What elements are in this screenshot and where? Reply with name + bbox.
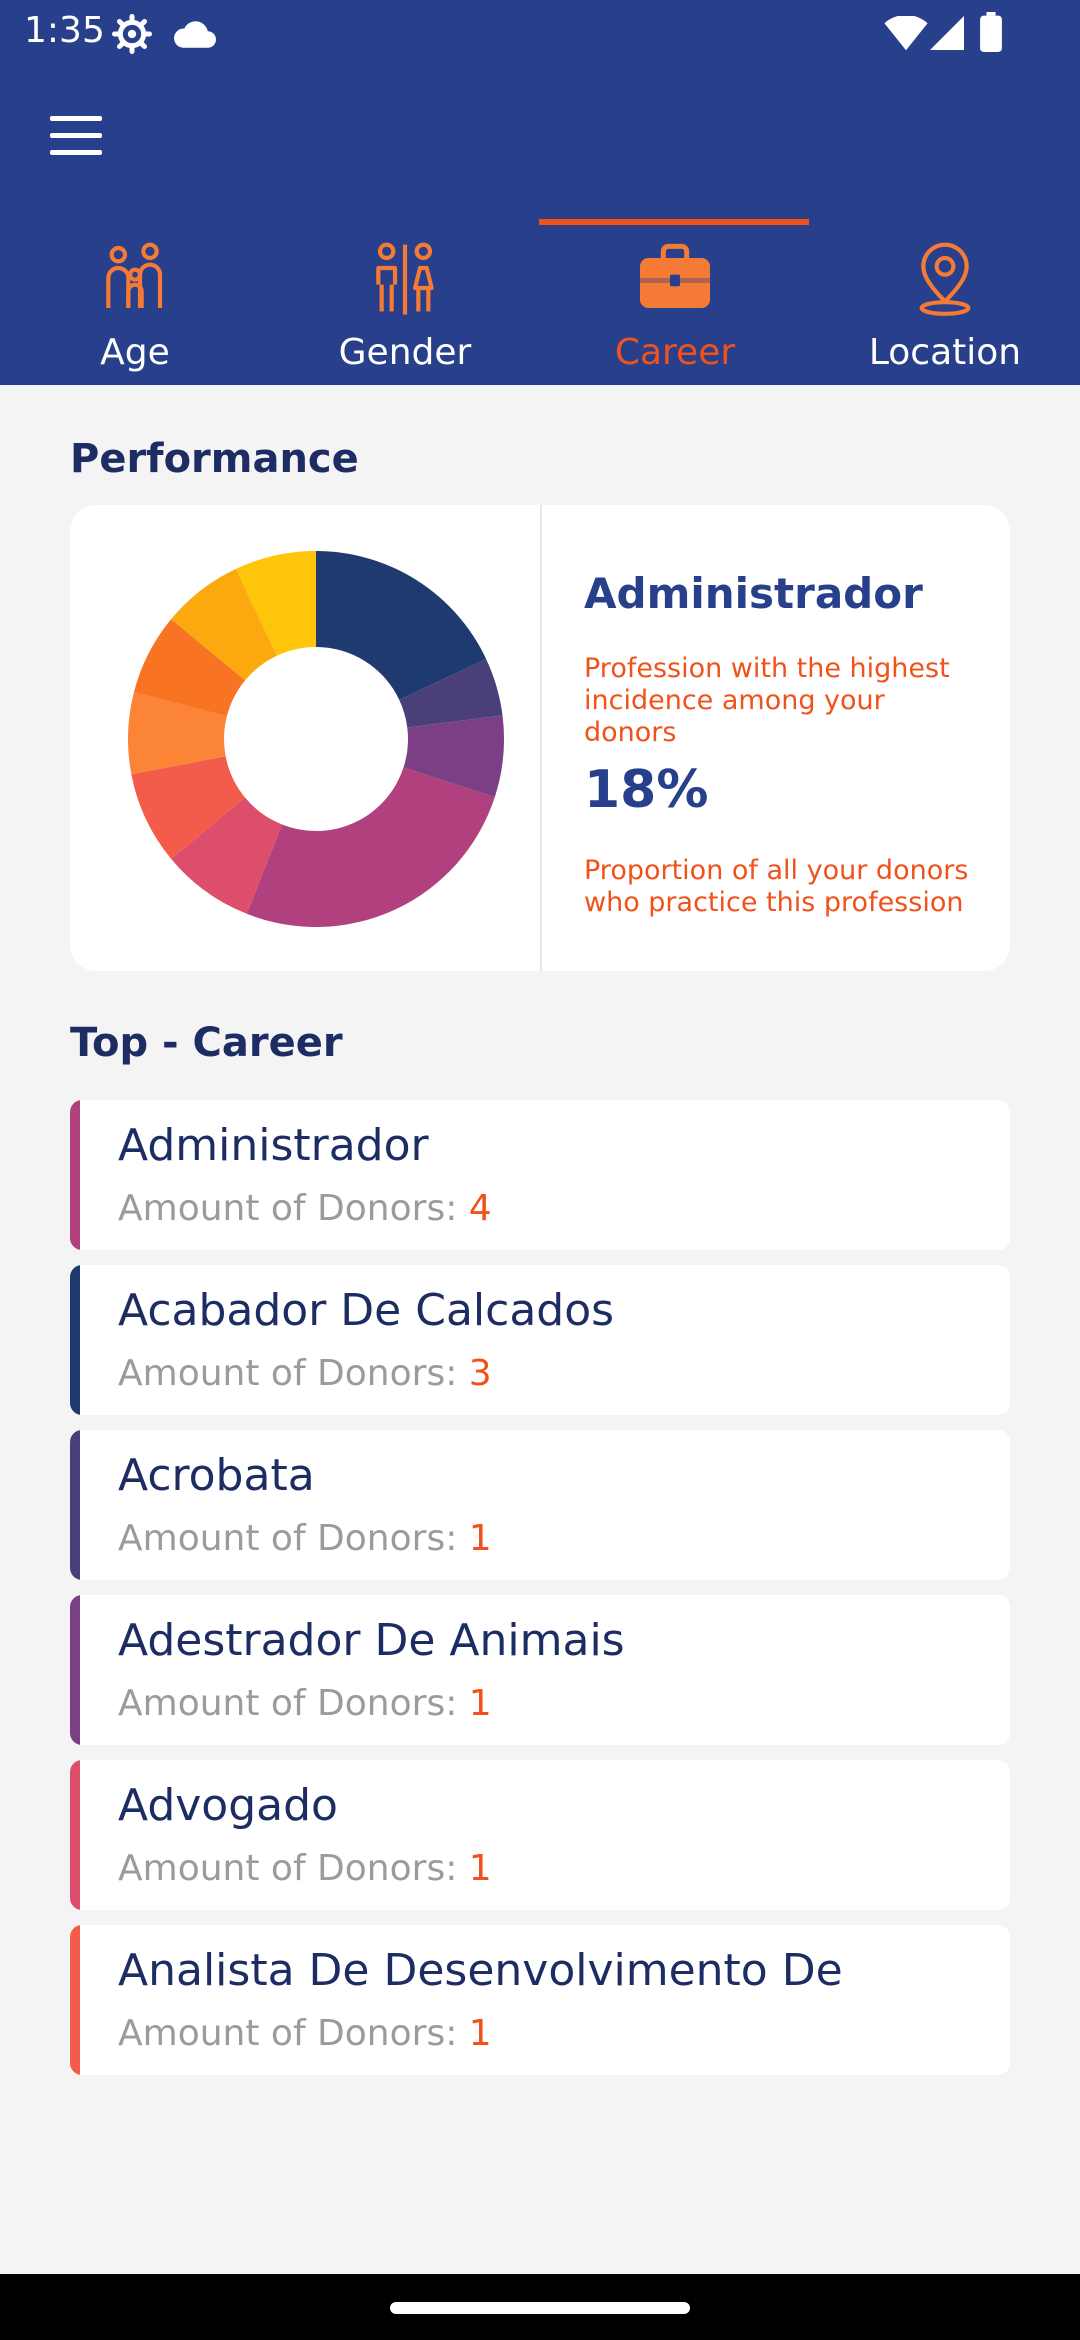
donut-slice-3 — [246, 767, 495, 927]
career-color-bar — [70, 1100, 80, 1250]
career-name: Adestrador De Animais — [118, 1615, 625, 1666]
career-name: Acrobata — [118, 1450, 315, 1501]
menu-icon-line — [50, 133, 102, 138]
career-list-item[interactable]: Adestrador De Animais Amount of Donors: 1 — [70, 1595, 1010, 1745]
settings-gear-icon — [112, 14, 152, 54]
career-amount: Amount of Donors: 4 — [118, 1188, 492, 1229]
career-color-bar — [70, 1760, 80, 1910]
career-list-item[interactable]: Acrobata Amount of Donors: 1 — [70, 1430, 1010, 1580]
tab-location-label: Location — [868, 332, 1022, 373]
amount-label: Amount of Donors: — [118, 1353, 458, 1394]
tab-career[interactable]: Career — [540, 220, 810, 385]
top-profession-percent: 18% — [584, 760, 709, 820]
tab-bar: Age Gender Career Location — [0, 220, 1080, 385]
performance-title: Performance — [70, 436, 359, 482]
menu-icon-line — [50, 116, 102, 121]
career-list-item[interactable]: Administrador Amount of Donors: 4 — [70, 1100, 1010, 1250]
amount-count: 4 — [468, 1188, 492, 1229]
career-list-item[interactable]: Advogado Amount of Donors: 1 — [70, 1760, 1010, 1910]
status-bar: 1:35 — [0, 0, 1080, 66]
amount-label: Amount of Donors: — [118, 1848, 458, 1889]
gender-icon — [376, 242, 434, 315]
tab-age[interactable]: Age — [0, 220, 270, 385]
status-time: 1:35 — [24, 10, 105, 51]
amount-label: Amount of Donors: — [118, 1683, 458, 1724]
career-list: Administrador Amount of Donors: 4 Acabador… — [70, 1100, 1010, 2090]
battery-icon — [980, 12, 1002, 52]
career-name: Analista De Desenvolvimento De — [118, 1945, 843, 1996]
amount-label: Amount of Donors: — [118, 2013, 458, 2054]
career-name: Advogado — [118, 1780, 338, 1831]
amount-count: 1 — [468, 2013, 492, 2054]
career-amount: Amount of Donors: 1 — [118, 1518, 492, 1559]
tab-location[interactable]: Location — [810, 220, 1080, 385]
top-career-title: Top - Career — [70, 1020, 343, 1066]
cloud-icon — [174, 21, 216, 48]
career-name: Acabador De Calcados — [118, 1285, 615, 1336]
amount-count: 3 — [468, 1353, 492, 1394]
amount-label: Amount of Donors: — [118, 1188, 458, 1229]
career-list-item[interactable]: Acabador De Calcados Amount of Donors: 3 — [70, 1265, 1010, 1415]
career-color-bar — [70, 1265, 80, 1415]
briefcase-icon — [640, 243, 710, 308]
top-profession-name: Administrador — [584, 569, 923, 618]
career-color-bar — [70, 1925, 80, 2075]
tab-career-label: Career — [614, 332, 736, 373]
top-profession-description: Profession with the highest incidence am… — [584, 653, 950, 748]
location-pin-icon — [919, 242, 971, 316]
wifi-icon — [884, 16, 928, 51]
percent-description: Proportion of all your donors who practi… — [584, 855, 969, 918]
career-name: Administrador — [118, 1120, 429, 1171]
signal-icon — [930, 16, 964, 50]
tab-gender-label: Gender — [338, 332, 472, 373]
career-color-bar — [70, 1430, 80, 1580]
career-amount: Amount of Donors: 3 — [118, 1353, 492, 1394]
career-color-bar — [70, 1595, 80, 1745]
menu-button[interactable] — [44, 116, 108, 168]
amount-count: 1 — [468, 1848, 492, 1889]
career-list-item[interactable]: Analista De Desenvolvimento De Amount of … — [70, 1925, 1010, 2075]
system-navigation-bar — [0, 2274, 1080, 2340]
career-amount: Amount of Donors: 1 — [118, 1848, 492, 1889]
amount-label: Amount of Donors: — [118, 1518, 458, 1559]
tab-gender[interactable]: Gender — [270, 220, 540, 385]
career-donut-chart — [127, 551, 504, 927]
menu-icon-line — [50, 150, 102, 155]
tab-age-label: Age — [100, 332, 170, 373]
performance-card: Administrador Profession with the highes… — [70, 505, 1010, 971]
amount-count: 1 — [468, 1683, 492, 1724]
home-gesture-handle[interactable] — [390, 2302, 690, 2314]
career-amount: Amount of Donors: 1 — [118, 1683, 492, 1724]
amount-count: 1 — [468, 1518, 492, 1559]
family-icon — [106, 242, 163, 308]
card-divider — [540, 505, 542, 971]
career-amount: Amount of Donors: 1 — [118, 2013, 492, 2054]
